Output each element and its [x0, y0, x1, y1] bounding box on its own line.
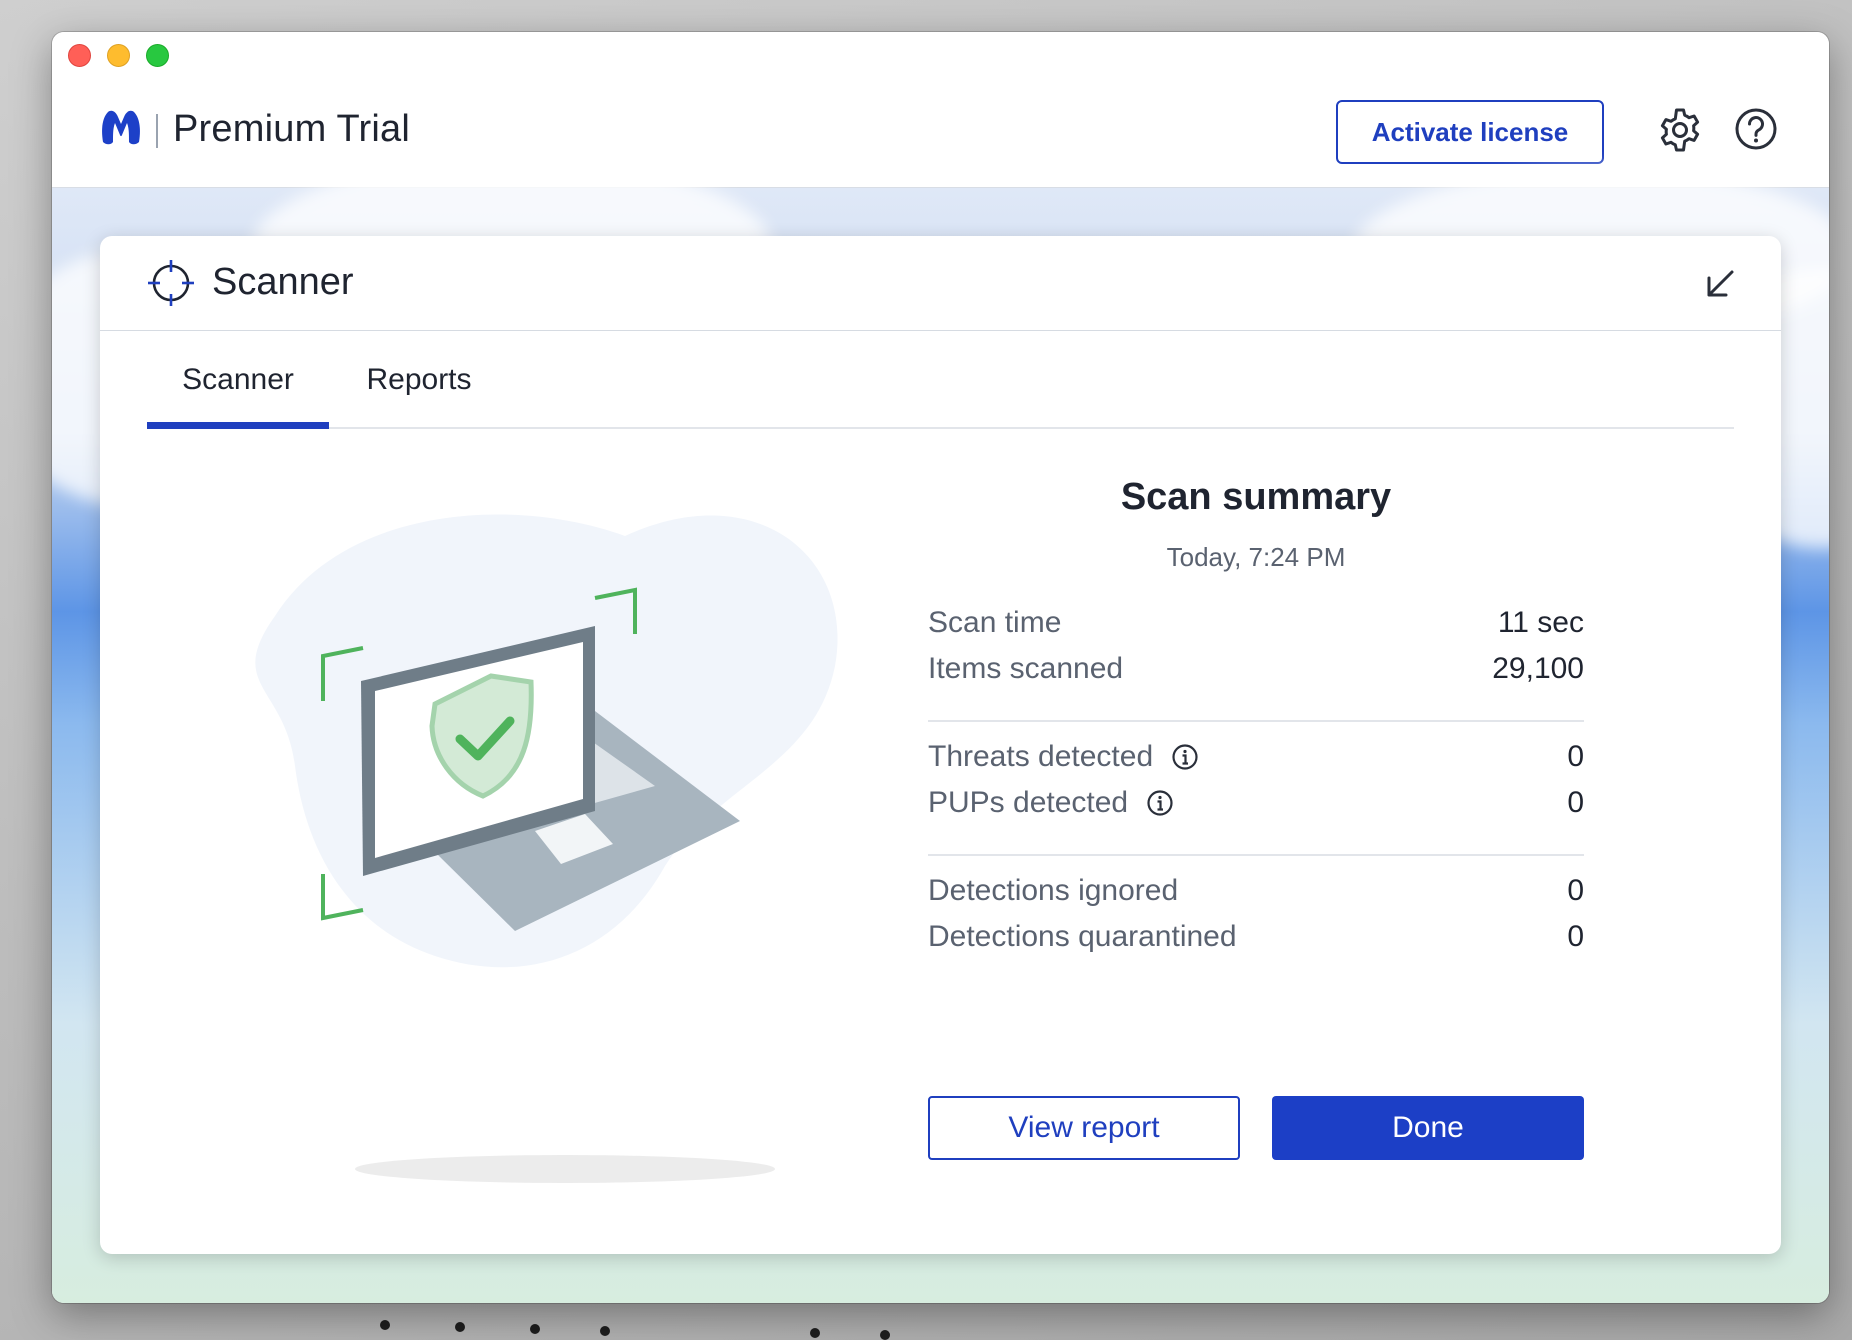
- tab-reports[interactable]: Reports: [329, 331, 509, 429]
- app-title: Premium Trial: [173, 108, 410, 150]
- active-tab-indicator: [147, 422, 329, 429]
- view-report-button[interactable]: View report: [928, 1096, 1240, 1160]
- app-window: Premium Trial Activate license Scanner S…: [52, 32, 1829, 1303]
- activate-license-button[interactable]: Activate license: [1336, 100, 1604, 164]
- summary-actions: View report Done: [928, 236, 1584, 1254]
- brand-separator: [156, 114, 158, 148]
- scan-complete-illustration: [255, 514, 838, 1183]
- done-button[interactable]: Done: [1272, 1096, 1584, 1160]
- scanner-panel: Scanner Scanner Reports Scan summary Tod…: [100, 236, 1781, 1254]
- panel-title: Scanner: [212, 261, 354, 303]
- malwarebytes-logo-icon: [102, 110, 140, 145]
- crosshair-icon: [148, 260, 194, 306]
- gear-icon[interactable]: [1657, 107, 1703, 153]
- close-window-button[interactable]: [68, 44, 91, 67]
- minimize-window-button[interactable]: [107, 44, 130, 67]
- window-controls: [68, 44, 169, 67]
- maximize-window-button[interactable]: [146, 44, 169, 67]
- top-bar: Premium Trial Activate license: [52, 32, 1829, 188]
- tab-scanner[interactable]: Scanner: [147, 331, 329, 429]
- collapse-arrow-icon[interactable]: [1702, 266, 1738, 302]
- help-icon[interactable]: [1734, 107, 1778, 151]
